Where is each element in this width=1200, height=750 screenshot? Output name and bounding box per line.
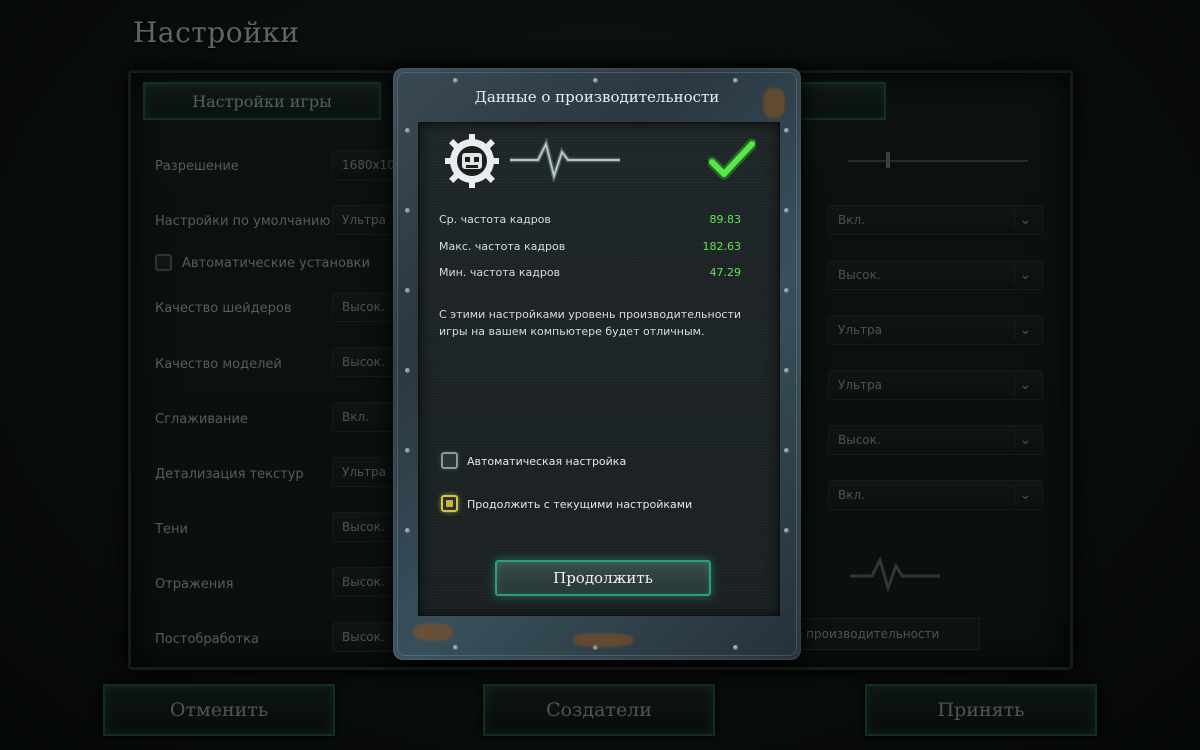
rivet: [405, 368, 410, 373]
min-fps-value: 47.29: [709, 266, 742, 279]
gear-skull-icon: [445, 134, 499, 188]
performance-message: С этими настройками уровень производител…: [439, 308, 742, 338]
rivet: [593, 78, 598, 83]
rivet: [733, 78, 738, 83]
rivet: [405, 288, 410, 293]
rivet: [405, 448, 410, 453]
dialog-body: [418, 122, 780, 616]
rivet: [733, 645, 738, 650]
keep-settings-option[interactable]: [441, 495, 458, 512]
auto-setting-label[interactable]: Автоматическая настройка: [467, 455, 626, 468]
avg-fps-value: 89.83: [709, 213, 742, 226]
rust-stain: [573, 633, 633, 647]
rivet: [405, 208, 410, 213]
rivet: [453, 645, 458, 650]
dialog-title: Данные о производительности: [474, 88, 720, 106]
rivet: [784, 528, 789, 533]
avg-fps-label: Ср. частота кадров: [439, 213, 551, 226]
rivet: [784, 368, 789, 373]
continue-button[interactable]: Продолжить: [495, 560, 711, 596]
rivet: [784, 288, 789, 293]
keep-settings-label[interactable]: Продолжить с текущими настройками: [467, 498, 692, 511]
rivet: [405, 128, 410, 133]
rust-stain: [413, 623, 453, 641]
check-icon: [708, 138, 756, 180]
rivet: [784, 128, 789, 133]
max-fps-value: 182.63: [702, 240, 742, 253]
rivet: [453, 78, 458, 83]
rivet: [784, 208, 789, 213]
pulse-icon: [510, 138, 620, 182]
min-fps-label: Мин. частота кадров: [439, 266, 561, 279]
rivet: [784, 448, 789, 453]
max-fps-label: Макс. частота кадров: [439, 240, 566, 253]
rivet: [405, 528, 410, 533]
auto-setting-option[interactable]: [441, 452, 458, 469]
